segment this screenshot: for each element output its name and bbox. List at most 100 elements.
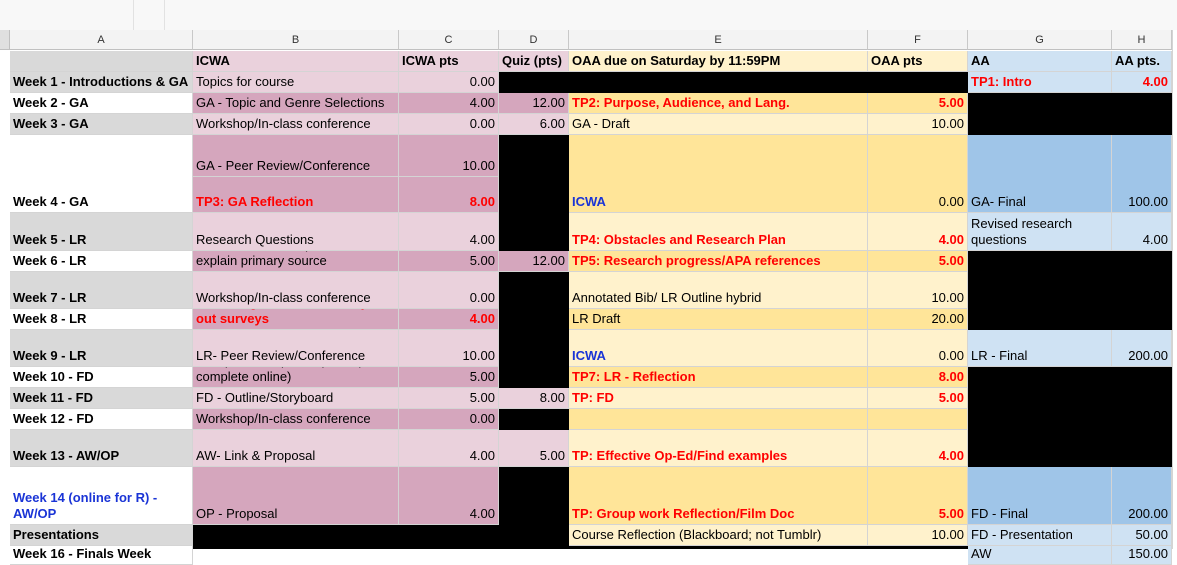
icwa-pts-cell[interactable]: 0.00 <box>399 114 499 135</box>
aa-pts-cell[interactable] <box>1112 309 1172 330</box>
week-label[interactable]: Week 9 - LR <box>10 330 193 367</box>
week-label[interactable]: Week 11 - FD <box>10 388 193 409</box>
icwa-cell[interactable]: LR- Peer Review/Conference <box>193 330 399 367</box>
aa-pts-cell[interactable]: 100.00 <box>1112 135 1172 213</box>
column-header-g[interactable]: G <box>968 30 1112 50</box>
column-header-e[interactable]: E <box>569 30 868 50</box>
oaa-pts-cell[interactable]: 5.00 <box>868 467 968 525</box>
oaa-cell[interactable]: Course Reflection (Blackboard; not Tumbl… <box>569 525 868 546</box>
icwa-cell[interactable]: TP6: Progress/share survey/fill out surv… <box>193 309 399 330</box>
week-label[interactable]: Week 15 - AW/OP/FD Presentations <box>10 525 193 546</box>
icwa-cell[interactable]: Topics for course <box>193 72 399 93</box>
oaa-cell[interactable]: TP: FD <box>569 388 868 409</box>
icwa-pts-cell[interactable]: 0.00 <box>399 409 499 430</box>
oaa-pts-cell[interactable] <box>868 409 968 430</box>
quiz-cell[interactable] <box>499 330 569 367</box>
oaa-pts-cell[interactable]: 10.00 <box>868 114 968 135</box>
quiz-cell[interactable] <box>499 135 569 213</box>
oaa-pts-cell[interactable]: 0.00 <box>868 330 968 367</box>
icwa-pts-cell[interactable]: 8.00 <box>399 177 499 213</box>
aa-cell[interactable] <box>968 430 1112 467</box>
oaa-cell[interactable] <box>569 72 868 93</box>
icwa-cell[interactable]: Workshop/In-class conference <box>193 114 399 135</box>
week-label[interactable]: Week 2 - GA <box>10 93 193 114</box>
quiz-cell[interactable] <box>499 72 569 93</box>
aa-cell[interactable] <box>968 251 1112 272</box>
week-label[interactable]: Week 7 - LR <box>10 272 193 309</box>
quiz-cell[interactable] <box>499 367 569 388</box>
aa-cell[interactable] <box>968 114 1112 135</box>
oaa-cell[interactable]: TP7: LR - Reflection <box>569 367 868 388</box>
week-label[interactable]: Week 8 - LR <box>10 309 193 330</box>
oaa-cell[interactable]: LR Draft <box>569 309 868 330</box>
oaa-pts-cell[interactable]: 5.00 <box>868 93 968 114</box>
icwa-cell[interactable]: Research Questions <box>193 213 399 251</box>
oaa-pts-cell[interactable]: 0.00 <box>868 135 968 213</box>
icwa-pts-cell[interactable]: 4.00 <box>399 467 499 525</box>
aa-pts-cell[interactable] <box>1112 367 1172 388</box>
aa-cell[interactable]: TP1: Intro <box>968 72 1112 93</box>
aa-cell[interactable]: LR - Final <box>968 330 1112 367</box>
quiz-cell[interactable]: 5.00 <box>499 430 569 467</box>
icwa-pts-cell[interactable]: 5.00 <box>399 367 499 388</box>
icwa-pts-cell[interactable]: 5.00 <box>399 388 499 409</box>
aa-cell[interactable]: FD - Final <box>968 467 1112 525</box>
aa-cell[interactable]: GA- Final <box>968 135 1112 213</box>
icwa-cell[interactable]: Workshop/In-class conference <box>193 409 399 430</box>
column-header-d[interactable]: D <box>499 30 569 50</box>
aa-pts-cell[interactable]: 200.00 <box>1112 330 1172 367</box>
oaa-cell[interactable]: TP: Effective Op-Ed/Find examples <box>569 430 868 467</box>
icwa-pts-cell[interactable] <box>399 525 499 546</box>
header-aa[interactable]: AA <box>968 51 1112 72</box>
icwa-pts-cell[interactable]: 10.00 <box>399 135 499 177</box>
quiz-cell[interactable]: 8.00 <box>499 388 569 409</box>
column-header-h[interactable]: H <box>1112 30 1172 50</box>
oaa-cell[interactable]: TP2: Purpose, Audience, and Lang. <box>569 93 868 114</box>
week-label[interactable]: Week 4 - GA <box>10 135 193 213</box>
aa-cell[interactable] <box>968 309 1112 330</box>
aa-pts-cell[interactable]: 50.00 <box>1112 525 1172 546</box>
week-label[interactable]: Week 10 - FD <box>10 367 193 388</box>
header-a[interactable] <box>10 51 193 72</box>
icwa-cell[interactable]: TP3: GA Reflection <box>193 177 399 213</box>
column-header-f[interactable]: F <box>868 30 968 50</box>
aa-cell[interactable]: FD - Presentation <box>968 525 1112 546</box>
header-oaa-pts[interactable]: OAA pts <box>868 51 968 72</box>
quiz-cell[interactable] <box>499 467 569 525</box>
icwa-pts-cell[interactable]: 5.00 <box>399 251 499 272</box>
column-header-b[interactable]: B <box>193 30 399 50</box>
header-quiz[interactable]: Quiz (pts) <box>499 51 569 72</box>
oaa-pts-cell[interactable]: 4.00 <box>868 430 968 467</box>
aa-cell[interactable]: Revised research questions <box>968 213 1112 251</box>
oaa-pts-cell[interactable]: 10.00 <box>868 525 968 546</box>
icwa-pts-cell[interactable]: 4.00 <box>399 93 499 114</box>
quiz-cell[interactable] <box>499 525 569 546</box>
header-icwa[interactable]: ICWA <box>193 51 399 72</box>
icwa-pts-cell[interactable]: 4.00 <box>399 430 499 467</box>
aa-pts-cell[interactable] <box>1112 114 1172 135</box>
oaa-pts-cell[interactable]: 8.00 <box>868 367 968 388</box>
aa-cell[interactable] <box>968 272 1112 309</box>
header-icwa-pts[interactable]: ICWA pts <box>399 51 499 72</box>
aa-cell[interactable] <box>968 93 1112 114</box>
quiz-cell[interactable]: 12.00 <box>499 93 569 114</box>
oaa-cell[interactable]: TP5: Research progress/APA references <box>569 251 868 272</box>
icwa-cell[interactable]: OP - Proposal <box>193 467 399 525</box>
week-label[interactable]: Week 14 (online for R) - AW/OP <box>10 467 193 525</box>
aa-pts-cell[interactable] <box>1112 430 1172 467</box>
oaa-pts-cell[interactable]: 10.00 <box>868 272 968 309</box>
oaa-pts-cell[interactable]: 5.00 <box>868 251 968 272</box>
aa-pts-cell[interactable]: 4.00 <box>1112 72 1172 93</box>
week-label[interactable]: Week 6 - LR <box>10 251 193 272</box>
header-aa-pts[interactable]: AA pts. <box>1112 51 1172 72</box>
quiz-cell[interactable] <box>499 409 569 430</box>
aa-pts-cell[interactable] <box>1112 272 1172 309</box>
icwa-cell[interactable]: GA - Topic and Genre Selections <box>193 93 399 114</box>
week-label[interactable]: Week 5 - LR <box>10 213 193 251</box>
quiz-cell[interactable]: 6.00 <box>499 114 569 135</box>
oaa-pts-cell[interactable]: 20.00 <box>868 309 968 330</box>
oaa-pts-cell[interactable]: 5.00 <box>868 388 968 409</box>
quiz-cell[interactable]: 12.00 <box>499 251 569 272</box>
quiz-cell[interactable] <box>499 309 569 330</box>
icwa-cell[interactable]: Revised research questions and explain p… <box>193 251 399 272</box>
